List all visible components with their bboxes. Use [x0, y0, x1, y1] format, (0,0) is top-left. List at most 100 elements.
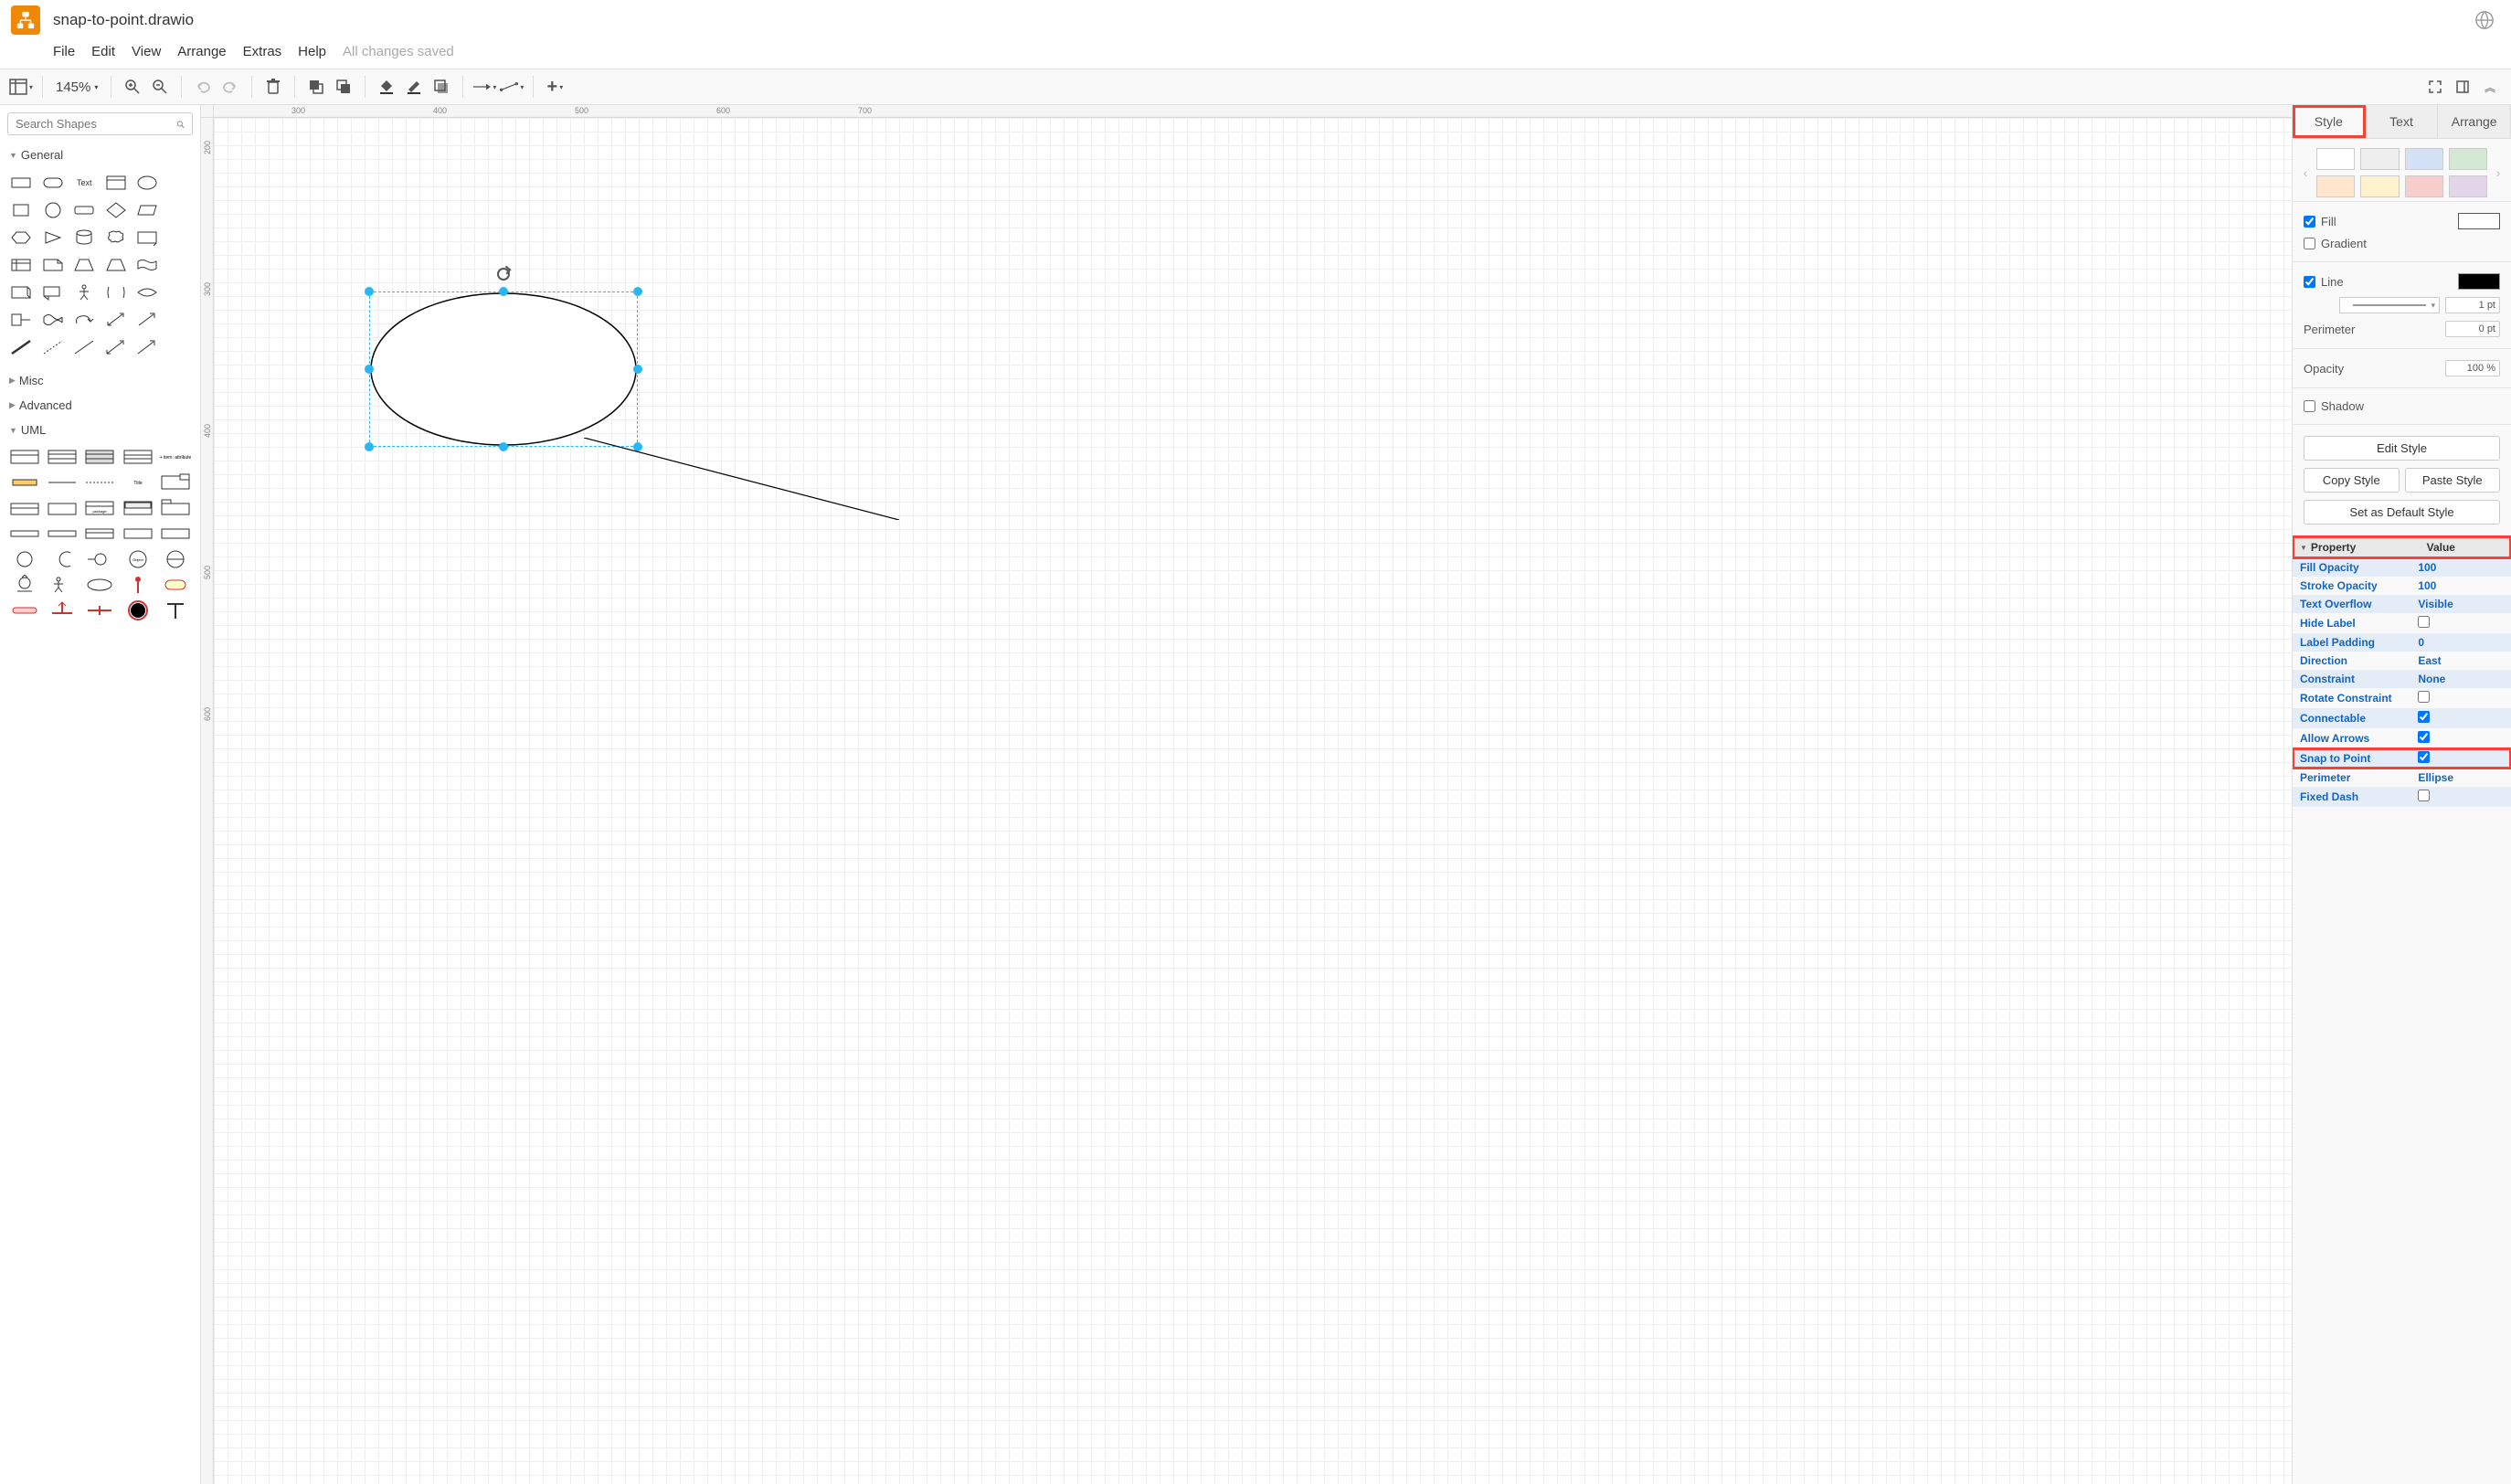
shadow-checkbox[interactable]: Shadow: [2304, 399, 2364, 413]
tab-text[interactable]: Text: [2366, 105, 2439, 138]
property-table-header[interactable]: ▼Property Value: [2293, 536, 2511, 558]
color-swatch[interactable]: [2405, 148, 2443, 170]
property-row[interactable]: Connectable: [2293, 708, 2511, 728]
uml-shape-item[interactable]: [121, 497, 154, 519]
menu-arrange[interactable]: Arrange: [177, 44, 226, 59]
zoom-level[interactable]: 145% ▾: [52, 80, 101, 95]
color-swatch[interactable]: [2360, 175, 2399, 197]
shape-item[interactable]: [70, 281, 99, 304]
uml-shape-item[interactable]: [121, 574, 154, 596]
uml-shape-item[interactable]: [83, 548, 117, 570]
uml-shape-item[interactable]: [83, 574, 117, 596]
connector-line[interactable]: [584, 438, 899, 520]
shape-item[interactable]: [70, 335, 99, 359]
property-row[interactable]: Fixed Dash: [2293, 787, 2511, 807]
menu-view[interactable]: View: [132, 44, 161, 59]
property-row[interactable]: Label Padding0: [2293, 633, 2511, 652]
copy-style-button[interactable]: Copy Style: [2304, 468, 2400, 493]
shape-item[interactable]: [7, 281, 36, 304]
palette-advanced[interactable]: ▶Advanced: [0, 393, 200, 418]
shape-item[interactable]: [133, 171, 162, 195]
color-swatch[interactable]: [2405, 175, 2443, 197]
color-swatch[interactable]: [2449, 148, 2487, 170]
uml-shape-item[interactable]: [159, 472, 193, 493]
uml-shape-item[interactable]: [45, 599, 79, 621]
opacity-input[interactable]: 100 %: [2445, 360, 2500, 376]
edit-style-button[interactable]: Edit Style: [2304, 436, 2500, 461]
uml-shape-item[interactable]: [7, 548, 41, 570]
set-default-style-button[interactable]: Set as Default Style: [2304, 500, 2500, 525]
shape-item[interactable]: [102, 226, 131, 249]
fill-checkbox[interactable]: Fill: [2304, 215, 2336, 228]
shape-item[interactable]: [165, 198, 194, 222]
tab-style[interactable]: Style: [2293, 105, 2366, 138]
line-color-icon[interactable]: [402, 75, 426, 99]
shape-item[interactable]: [102, 308, 131, 332]
menu-help[interactable]: Help: [298, 44, 326, 59]
uml-shape-item[interactable]: [45, 523, 79, 545]
line-checkbox[interactable]: Line: [2304, 275, 2344, 289]
shape-item[interactable]: [70, 198, 99, 222]
shape-item[interactable]: [165, 171, 194, 195]
uml-shape-item[interactable]: [7, 523, 41, 545]
uml-shape-item[interactable]: [159, 497, 193, 519]
uml-shape-item[interactable]: [83, 599, 117, 621]
shape-item[interactable]: [133, 198, 162, 222]
property-row[interactable]: Rotate Constraint: [2293, 688, 2511, 708]
uml-shape-item[interactable]: [159, 574, 193, 596]
shape-item[interactable]: [39, 308, 68, 332]
property-row[interactable]: Allow Arrows: [2293, 728, 2511, 748]
shape-item[interactable]: [133, 226, 162, 249]
uml-shape-item[interactable]: [121, 446, 154, 468]
color-swatch[interactable]: [2360, 148, 2399, 170]
insert-icon[interactable]: +▾: [543, 75, 567, 99]
menu-file[interactable]: File: [53, 44, 75, 59]
swatch-prev-icon[interactable]: ‹: [2298, 165, 2313, 180]
shape-item[interactable]: [102, 171, 131, 195]
shape-item[interactable]: [39, 253, 68, 277]
property-row[interactable]: DirectionEast: [2293, 652, 2511, 670]
uml-shape-item[interactable]: Object: [121, 548, 154, 570]
fill-color-icon[interactable]: [375, 75, 398, 99]
line-width-input[interactable]: 1 pt: [2445, 297, 2500, 313]
color-swatch[interactable]: [2316, 175, 2355, 197]
uml-shape-item[interactable]: [7, 497, 41, 519]
shape-item[interactable]: [133, 335, 162, 359]
rotate-handle[interactable]: [497, 268, 510, 281]
uml-shape-item[interactable]: Title: [121, 472, 154, 493]
line-color-chip[interactable]: [2458, 273, 2500, 290]
uml-shape-item[interactable]: + item: attribute: [159, 446, 193, 468]
uml-shape-item[interactable]: [159, 548, 193, 570]
shape-item[interactable]: [39, 198, 68, 222]
zoom-in-icon[interactable]: [121, 75, 144, 99]
palette-general[interactable]: ▼General: [0, 143, 200, 167]
palette-misc[interactable]: ▶Misc: [0, 368, 200, 393]
shape-item[interactable]: [39, 281, 68, 304]
property-row[interactable]: Fill Opacity100: [2293, 558, 2511, 577]
shape-item[interactable]: [165, 226, 194, 249]
uml-shape-item[interactable]: [83, 472, 117, 493]
shape-item[interactable]: [7, 171, 36, 195]
perimeter-input[interactable]: 0 pt: [2445, 321, 2500, 337]
tab-arrange[interactable]: Arrange: [2438, 105, 2511, 138]
property-row[interactable]: Snap to Point: [2293, 748, 2511, 768]
shape-item[interactable]: [7, 308, 36, 332]
menu-extras[interactable]: Extras: [243, 44, 282, 59]
property-row[interactable]: Stroke Opacity100: [2293, 577, 2511, 595]
shape-item[interactable]: [133, 308, 162, 332]
collapse-icon[interactable]: ︽: [2478, 75, 2502, 99]
property-row[interactable]: Text OverflowVisible: [2293, 595, 2511, 613]
shadow-icon[interactable]: [429, 75, 453, 99]
shape-item[interactable]: [102, 198, 131, 222]
uml-shape-item[interactable]: [159, 599, 193, 621]
paste-style-button[interactable]: Paste Style: [2405, 468, 2501, 493]
shape-item[interactable]: [133, 253, 162, 277]
undo-icon[interactable]: [191, 75, 215, 99]
uml-shape-item[interactable]: [45, 446, 79, 468]
shape-item[interactable]: [102, 281, 131, 304]
menu-edit[interactable]: Edit: [91, 44, 115, 59]
property-row[interactable]: Hide Label: [2293, 613, 2511, 633]
shape-item[interactable]: [70, 226, 99, 249]
property-row[interactable]: ConstraintNone: [2293, 670, 2511, 688]
zoom-out-icon[interactable]: [148, 75, 172, 99]
